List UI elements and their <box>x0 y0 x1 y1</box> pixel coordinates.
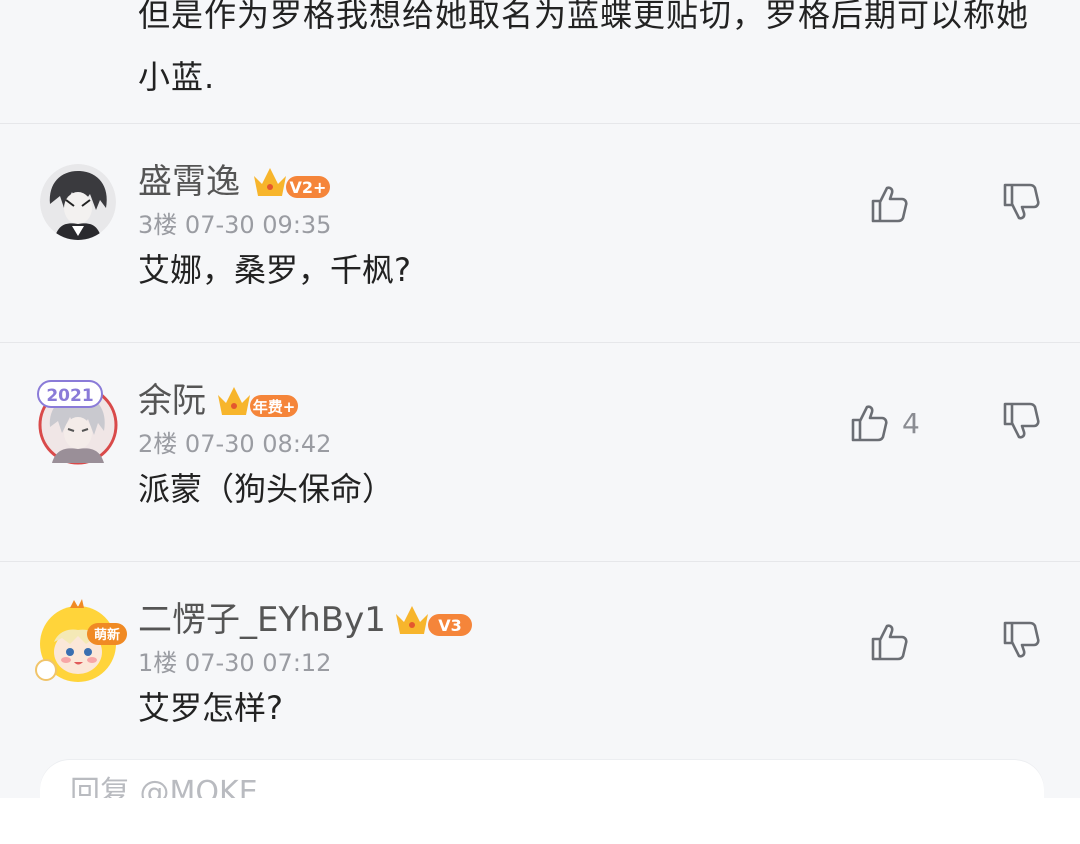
vip-annual-badge: 年费+ <box>218 387 298 417</box>
user-avatar[interactable] <box>40 164 116 240</box>
comment-meta: 3楼 07-30 09:35 <box>138 210 331 240</box>
thumbs-down-icon <box>1003 621 1040 658</box>
username[interactable]: 余阮 <box>138 379 206 423</box>
like-button[interactable] <box>870 182 922 226</box>
like-button[interactable]: 4 <box>850 401 920 445</box>
username[interactable]: 二愣子_EYhBy1 <box>138 598 386 642</box>
newbie-badge-icon: 萌新 <box>87 623 127 645</box>
vip-level-badge: V2+ <box>254 168 330 198</box>
comment-text: 艾娜，桑罗，千枫? <box>138 251 411 289</box>
dislike-button[interactable] <box>1002 401 1042 445</box>
thumbs-up-icon <box>851 405 888 442</box>
vip-level-badge: V3 <box>396 606 472 636</box>
vip-level-label: V3 <box>438 616 462 635</box>
dislike-button[interactable] <box>1002 182 1042 226</box>
vip-level-label: 年费+ <box>253 398 296 416</box>
comment-text: 派蒙（狗头保命） <box>138 470 395 508</box>
bottom-area <box>0 798 1080 844</box>
username[interactable]: 盛霄逸 <box>138 160 240 204</box>
comment-meta: 1楼 07-30 07:12 <box>138 648 331 678</box>
anime-boy-avatar-icon <box>40 164 116 240</box>
dislike-button[interactable] <box>1002 620 1042 664</box>
avatar-year-label: 2021 <box>46 386 93 406</box>
vip-level-label: V2+ <box>290 178 327 197</box>
previous-comment-text: 但是作为罗格我想给她取名为蓝蝶更贴切，罗格后期可以称她小蓝. <box>138 0 1030 96</box>
comment-time: 07-30 07:12 <box>184 649 332 677</box>
thumbs-up-icon <box>871 624 908 661</box>
floor-number: 1楼 <box>138 649 178 677</box>
thumbs-up-icon <box>871 186 908 223</box>
year-badge-icon: 2021 <box>37 380 103 408</box>
comment-item: 2021 余阮 年费+ 2楼 07-30 08:42 派蒙（狗头保命） 4 <box>0 343 1080 562</box>
previous-comment: 但是作为罗格我想给她取名为蓝蝶更贴切，罗格后期可以称她小蓝. <box>0 0 1080 124</box>
comment-list-screen: 但是作为罗格我想给她取名为蓝蝶更贴切，罗格后期可以称她小蓝. 盛霄逸 V2+ 3… <box>0 0 1080 844</box>
comment-meta: 2楼 07-30 08:42 <box>138 429 331 459</box>
floor-number: 3楼 <box>138 211 178 239</box>
user-avatar[interactable]: 萌新 <box>35 599 127 682</box>
like-count: 4 <box>902 406 920 440</box>
comment-item: 盛霄逸 V2+ 3楼 07-30 09:35 艾娜，桑罗，千枫? <box>0 124 1080 343</box>
comment-text: 艾罗怎样? <box>138 689 283 727</box>
like-button[interactable] <box>870 620 922 664</box>
thumbs-down-icon <box>1003 402 1040 439</box>
comment-time: 07-30 09:35 <box>184 211 332 239</box>
thumbs-down-icon <box>1003 183 1040 220</box>
floor-number: 2楼 <box>138 430 178 458</box>
comment-time: 07-30 08:42 <box>184 430 332 458</box>
avatar-newbie-label: 萌新 <box>94 627 120 643</box>
user-avatar[interactable]: 2021 <box>37 380 118 465</box>
comment-item: 萌新 二愣子_EYhBy1 V3 1楼 07-30 07:12 艾罗怎样? <box>0 562 1080 780</box>
